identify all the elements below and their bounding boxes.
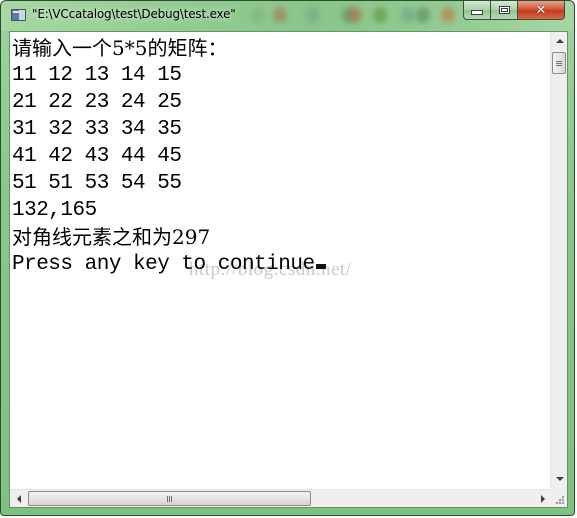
caption-buttons: ✕ bbox=[463, 1, 565, 21]
console-line-row-5: 51 51 53 54 55 bbox=[12, 172, 182, 195]
console-output[interactable]: 请输入一个5*5的矩阵： 11 12 13 14 15 21 22 23 24 … bbox=[11, 33, 551, 489]
minimize-icon bbox=[471, 10, 483, 15]
console-line-continue: Press any key to continue bbox=[12, 251, 326, 278]
minimize-button[interactable] bbox=[463, 1, 491, 20]
grip-line bbox=[171, 495, 172, 502]
background-blur bbox=[251, 7, 265, 23]
title-bar[interactable]: "E:\VCcatalog\test\Debug\test.exe" ✕ bbox=[1, 1, 574, 31]
horizontal-scrollbar[interactable] bbox=[10, 489, 551, 507]
scroll-right-button[interactable] bbox=[534, 490, 551, 507]
block-cursor bbox=[315, 264, 326, 269]
grip-line bbox=[556, 60, 562, 62]
maximize-button[interactable] bbox=[491, 1, 518, 20]
console-line-diagonals: 132,165 bbox=[12, 199, 97, 222]
scroll-up-button[interactable] bbox=[551, 32, 568, 49]
console-line-sum: 对角线元素之和为297 bbox=[12, 225, 211, 249]
console-window: "E:\VCcatalog\test\Debug\test.exe" ✕ 请输入… bbox=[0, 0, 575, 516]
background-blur bbox=[373, 7, 387, 23]
console-line-row-3: 31 32 33 34 35 bbox=[12, 118, 182, 141]
scroll-left-button[interactable] bbox=[10, 490, 27, 507]
background-blur bbox=[273, 7, 287, 23]
maximize-icon bbox=[498, 6, 510, 14]
background-blur bbox=[441, 7, 455, 23]
arrow-left-icon bbox=[16, 494, 21, 503]
window-title: "E:\VCcatalog\test\Debug\test.exe" bbox=[32, 7, 236, 21]
background-blur bbox=[348, 7, 362, 23]
grip-line bbox=[556, 62, 562, 64]
resize-grip[interactable] bbox=[550, 489, 567, 507]
console-line-row-1: 11 12 13 14 15 bbox=[12, 64, 182, 87]
grip-line bbox=[169, 495, 170, 502]
arrow-right-icon bbox=[540, 494, 545, 503]
grip-line bbox=[556, 64, 562, 66]
grip-line bbox=[167, 495, 168, 502]
arrow-down-icon bbox=[555, 476, 564, 481]
background-blur bbox=[416, 7, 430, 23]
continue-text: Press any key to continue bbox=[12, 253, 315, 276]
vertical-scroll-thumb[interactable] bbox=[552, 52, 566, 74]
console-app-icon[interactable] bbox=[11, 9, 26, 21]
console-line-row-4: 41 42 43 44 45 bbox=[12, 145, 182, 168]
background-blur bbox=[401, 7, 415, 23]
horizontal-scroll-thumb[interactable] bbox=[28, 491, 311, 506]
console-line-prompt: 请输入一个5*5的矩阵： bbox=[12, 36, 228, 60]
scroll-down-button[interactable] bbox=[551, 470, 568, 487]
close-icon: ✕ bbox=[535, 2, 547, 18]
console-client-area: 请输入一个5*5的矩阵： 11 12 13 14 15 21 22 23 24 … bbox=[9, 31, 568, 508]
console-line-row-2: 21 22 23 24 25 bbox=[12, 91, 182, 114]
arrow-up-icon bbox=[555, 38, 564, 43]
background-blur bbox=[306, 7, 320, 23]
close-button[interactable]: ✕ bbox=[518, 1, 565, 20]
vertical-scrollbar[interactable] bbox=[550, 32, 567, 489]
